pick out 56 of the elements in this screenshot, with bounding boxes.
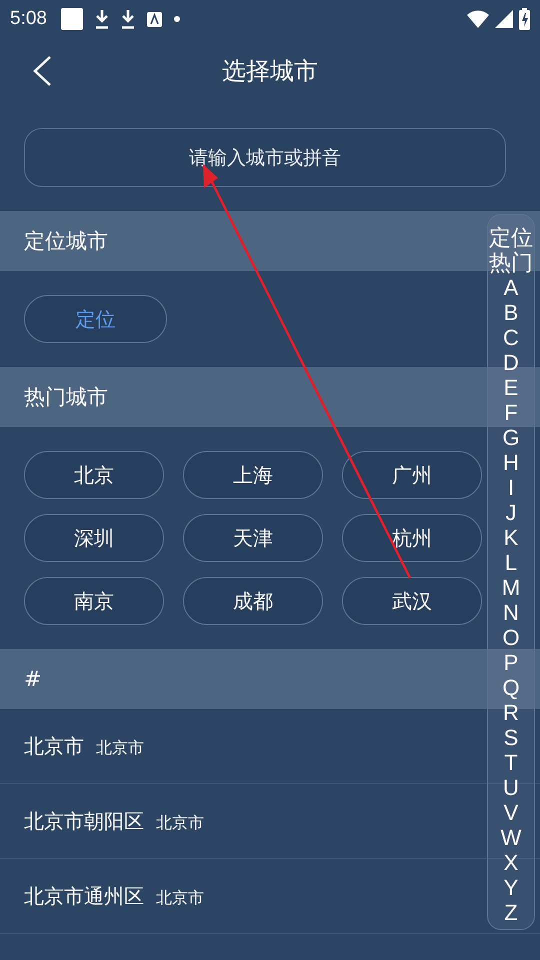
- index-letter[interactable]: K: [504, 525, 518, 550]
- index-letter[interactable]: C: [503, 325, 519, 350]
- index-letter[interactable]: V: [504, 800, 518, 825]
- province-name: 北京市: [156, 888, 204, 908]
- city-button[interactable]: 上海: [183, 451, 323, 499]
- index-letter[interactable]: L: [504, 550, 518, 575]
- index-letter[interactable]: 定位: [489, 225, 533, 250]
- index-letter[interactable]: G: [502, 425, 520, 450]
- square-icon: [60, 8, 83, 30]
- city-name[interactable]: 北京市: [24, 732, 84, 760]
- search-field[interactable]: 请输入城市或拼音: [24, 128, 506, 187]
- index-letter[interactable]: B: [504, 300, 518, 325]
- index-letter[interactable]: Q: [502, 675, 520, 700]
- index-letter[interactable]: A: [504, 275, 518, 300]
- city-button[interactable]: 天津: [183, 514, 323, 562]
- index-letter[interactable]: O: [502, 625, 520, 650]
- index-letter[interactable]: P: [504, 650, 518, 675]
- download-icon: [120, 10, 135, 28]
- index-letter[interactable]: E: [504, 375, 518, 400]
- index-letter[interactable]: T: [504, 750, 518, 775]
- city-button[interactable]: 南京: [24, 577, 164, 625]
- back-icon[interactable]: [32, 55, 52, 87]
- signal-icon: [495, 10, 513, 28]
- download-icon: [94, 10, 109, 28]
- dot-icon: [174, 16, 180, 22]
- city-name[interactable]: 北京市朝阳区: [24, 808, 144, 834]
- index-letter[interactable]: R: [503, 700, 519, 725]
- page-title: 选择城市: [222, 56, 318, 87]
- index-letter[interactable]: H: [503, 450, 519, 475]
- city-name[interactable]: 北京市通州区: [24, 882, 144, 910]
- index-letter[interactable]: 热门: [489, 250, 533, 275]
- index-letter[interactable]: W: [500, 825, 522, 850]
- city-button[interactable]: 杭州: [342, 514, 482, 562]
- city-button[interactable]: 深圳: [24, 514, 164, 562]
- index-letter[interactable]: X: [504, 850, 518, 875]
- index-letter[interactable]: D: [503, 350, 519, 375]
- city-button[interactable]: 武汉: [342, 577, 482, 625]
- index-letter[interactable]: Z: [504, 900, 518, 925]
- index-letter[interactable]: U: [503, 775, 519, 800]
- province-name: 北京市: [96, 738, 144, 758]
- index-letter[interactable]: N: [503, 600, 519, 625]
- battery-icon: [519, 8, 530, 30]
- font-icon: [146, 12, 162, 26]
- index-letter[interactable]: J: [506, 500, 516, 525]
- city-button[interactable]: 广州: [342, 451, 482, 499]
- city-button[interactable]: 成都: [183, 577, 323, 625]
- wifi-icon: [467, 10, 489, 28]
- province-name: 北京市: [156, 812, 204, 834]
- index-letter[interactable]: M: [502, 575, 520, 600]
- index-letter[interactable]: S: [504, 725, 518, 750]
- index-letter[interactable]: Y: [504, 875, 518, 900]
- status-time: 5:08: [10, 8, 47, 30]
- index-letter[interactable]: I: [508, 475, 514, 500]
- locate-button[interactable]: 定位: [24, 295, 167, 343]
- index-letter[interactable]: F: [504, 400, 518, 425]
- city-button[interactable]: 北京: [24, 451, 164, 499]
